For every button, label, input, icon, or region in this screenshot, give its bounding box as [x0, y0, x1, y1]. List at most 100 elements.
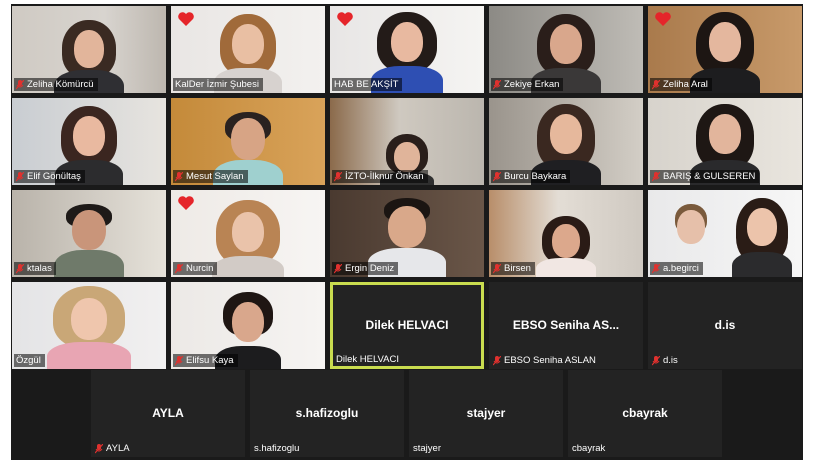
heart-reaction-icon	[178, 12, 194, 26]
participant-name: a.begirci	[663, 263, 699, 274]
participant-name: Mesut Saylan	[186, 171, 244, 182]
participant-name: cbayrak	[572, 443, 606, 454]
participant-tile[interactable]: Birsen	[489, 190, 643, 277]
participant-display-name: cbayrak	[622, 406, 668, 420]
participant-name: EBSO Seniha ASLAN	[504, 355, 596, 366]
participant-name: Zeliha Kömürcü	[27, 79, 94, 90]
participant-tile[interactable]: cbayrak cbayrak	[568, 370, 722, 457]
participant-tile[interactable]: EBSO Seniha AS... EBSO Seniha ASLAN	[489, 282, 643, 369]
muted-mic-icon	[334, 263, 342, 274]
participant-name: Özgül	[16, 355, 41, 366]
muted-mic-icon	[175, 355, 183, 366]
participant-name-label: Zeliha Aral	[650, 78, 712, 91]
muted-mic-icon	[175, 263, 183, 274]
participant-tile[interactable]: AYLA AYLA	[91, 370, 245, 457]
participant-name: Birsen	[504, 263, 531, 274]
muted-mic-icon	[493, 263, 501, 274]
heart-reaction-icon	[655, 12, 671, 26]
heart-reaction-icon	[337, 12, 353, 26]
participant-display-name: stajyer	[466, 406, 506, 420]
muted-mic-icon	[652, 79, 660, 90]
muted-mic-icon	[16, 79, 24, 90]
participant-tile[interactable]: Ergin Deniz	[330, 190, 484, 277]
heart-reaction-icon	[178, 196, 194, 210]
participant-name-label: Dilek HELVACI	[334, 353, 403, 366]
participant-display-name: AYLA	[152, 406, 184, 420]
muted-mic-icon	[652, 171, 660, 182]
participant-name: Zeliha Aral	[663, 79, 708, 90]
participant-tile[interactable]: Mesut Saylan	[171, 98, 325, 185]
participant-tile[interactable]: Nurcin	[171, 190, 325, 277]
participant-display-name: s.hafizoglu	[295, 406, 359, 420]
muted-mic-icon	[652, 263, 660, 274]
participant-display-name: Dilek HELVACI	[365, 318, 449, 332]
participant-tile[interactable]: ktalas	[12, 190, 166, 277]
participant-name-label: AYLA	[93, 442, 134, 455]
participant-name-label: a.begirci	[650, 262, 703, 275]
participant-tile[interactable]: s.hafizoglu s.hafizoglu	[250, 370, 404, 457]
participant-tile[interactable]: d.is d.is	[648, 282, 802, 369]
participant-name-label: Zekiye Erkan	[491, 78, 564, 91]
muted-mic-icon	[493, 79, 501, 90]
participant-tile[interactable]: Burcu Baykara	[489, 98, 643, 185]
participant-name-label: Burcu Baykara	[491, 170, 571, 183]
participant-name: AYLA	[106, 443, 130, 454]
participant-tile[interactable]: Zeliha Kömürcü	[12, 6, 166, 93]
participant-tile[interactable]: Zekiye Erkan	[489, 6, 643, 93]
participant-tile[interactable]: stajyer stajyer	[409, 370, 563, 457]
participant-tile[interactable]: BARIŞ & GULSEREN	[648, 98, 802, 185]
participant-name-label: Nurcin	[173, 262, 218, 275]
participant-name: Zekiye Erkan	[504, 79, 560, 90]
participant-name-label: KalDer İzmir Şubesi	[173, 78, 263, 91]
participant-name: İZTO-İlknur Önkan	[345, 171, 424, 182]
participant-tile-active-speaker[interactable]: Dilek HELVACI Dilek HELVACI	[330, 282, 484, 369]
participant-name: Elifsu Kaya	[186, 355, 234, 366]
participant-display-name: d.is	[714, 318, 736, 332]
participant-name: d.is	[663, 355, 678, 366]
muted-mic-icon	[493, 355, 501, 366]
muted-mic-icon	[95, 443, 103, 454]
participant-name-label: EBSO Seniha ASLAN	[491, 354, 600, 367]
participant-tile[interactable]: a.begirci	[648, 190, 802, 277]
participant-name: s.hafizoglu	[254, 443, 300, 454]
muted-mic-icon	[334, 171, 342, 182]
participant-name-label: stajyer	[411, 442, 445, 455]
video-gallery: Zeliha Kömürcü KalDer İzmir Şubesi HAB B…	[11, 4, 803, 460]
participant-name-label: Birsen	[491, 262, 535, 275]
participant-tile[interactable]: Elifsu Kaya	[171, 282, 325, 369]
participant-tile[interactable]: İZTO-İlknur Önkan	[330, 98, 484, 185]
participant-name-label: Özgül	[14, 354, 45, 367]
muted-mic-icon	[652, 355, 660, 366]
participant-name-label: Elifsu Kaya	[173, 354, 238, 367]
participant-name: Ergin Deniz	[345, 263, 395, 274]
participant-name-label: BARIŞ & GULSEREN	[650, 170, 760, 183]
participant-tile[interactable]: Özgül	[12, 282, 166, 369]
participant-grid: Zeliha Kömürcü KalDer İzmir Şubesi HAB B…	[12, 6, 802, 369]
participant-tile[interactable]: KalDer İzmir Şubesi	[171, 6, 325, 93]
muted-mic-icon	[16, 171, 24, 182]
participant-name: stajyer	[413, 443, 441, 454]
participant-name-label: d.is	[650, 354, 682, 367]
participant-name: ktalas	[27, 263, 52, 274]
muted-mic-icon	[16, 263, 24, 274]
participant-name-label: Ergin Deniz	[332, 262, 399, 275]
participant-name: KalDer İzmir Şubesi	[175, 79, 259, 90]
participant-name-label: Mesut Saylan	[173, 170, 248, 183]
participant-tile[interactable]: Zeliha Aral	[648, 6, 802, 93]
participant-display-name: EBSO Seniha AS...	[512, 318, 620, 332]
participant-tile[interactable]: HAB BE AKŞİT	[330, 6, 484, 93]
participant-name: BARIŞ & GULSEREN	[663, 171, 756, 182]
participant-name-label: ktalas	[14, 262, 56, 275]
muted-mic-icon	[493, 171, 501, 182]
participant-name-label: Zeliha Kömürcü	[14, 78, 98, 91]
participant-name: Burcu Baykara	[504, 171, 567, 182]
participant-grid-bottom-row: AYLA AYLA s.hafizoglu s.hafizoglu stajye…	[91, 370, 722, 457]
participant-name-label: cbayrak	[570, 442, 609, 455]
participant-name-label: Elif Gönültaş	[14, 170, 85, 183]
participant-name: HAB BE AKŞİT	[334, 79, 399, 90]
participant-name: Elif Gönültaş	[27, 171, 81, 182]
participant-tile[interactable]: Elif Gönültaş	[12, 98, 166, 185]
participant-name-label: İZTO-İlknur Önkan	[332, 170, 428, 183]
muted-mic-icon	[175, 171, 183, 182]
participant-name-label: HAB BE AKŞİT	[332, 78, 403, 91]
